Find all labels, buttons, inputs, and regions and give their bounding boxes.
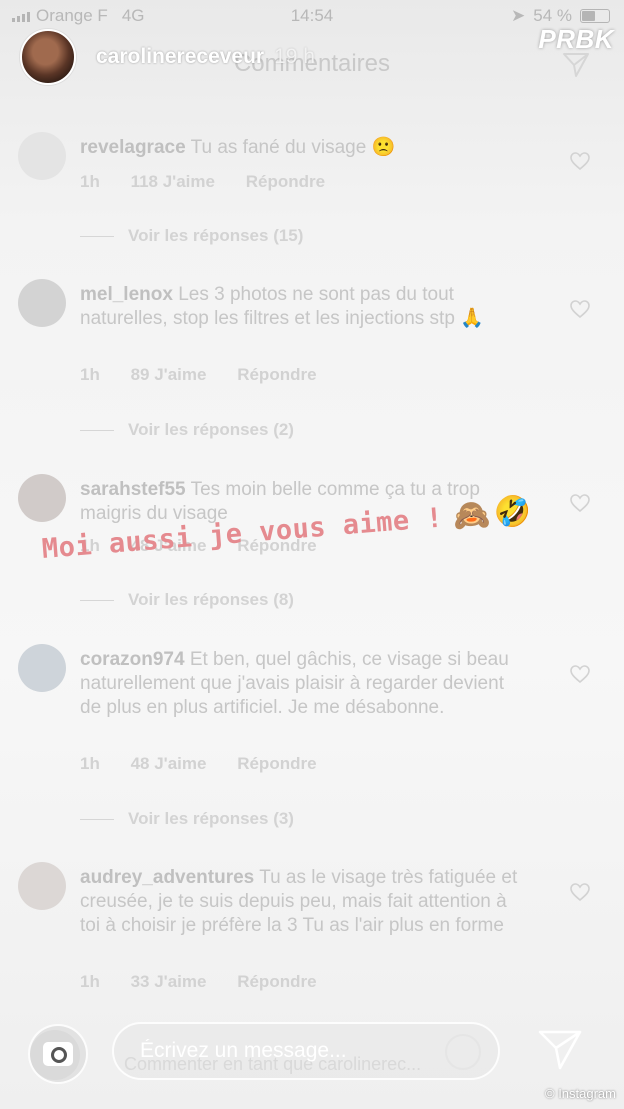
heart-outline-icon[interactable] (570, 300, 590, 318)
comment-meta: 1h 118 J'aime Répondre (80, 172, 351, 192)
replies-divider (80, 818, 114, 820)
comment-meta: 1h 48 J'aime Répondre (80, 754, 343, 774)
comment-likes[interactable]: 48 J'aime (131, 754, 207, 773)
heart-outline-icon[interactable] (570, 883, 590, 901)
comment-meta: 1h 33 J'aime Répondre (80, 972, 343, 992)
replies-divider (80, 235, 114, 237)
message-input[interactable] (138, 1038, 472, 1064)
watermark-logo: PRBK (538, 24, 614, 54)
comment-likes[interactable]: 118 J'aime (131, 172, 215, 191)
battery-group: ➤ 54 % (511, 6, 610, 26)
comment-meta: 1h 89 J'aime Répondre (80, 365, 343, 385)
story-avatar[interactable] (20, 29, 76, 85)
comment-body: revelagrace Tu as fané du visage 🙁 (80, 136, 530, 160)
comment-username[interactable]: corazon974 (80, 649, 185, 670)
comment-body: audrey_adventures Tu as le visage très f… (80, 866, 530, 938)
replies-divider (80, 429, 114, 431)
camera-button[interactable] (28, 1024, 88, 1084)
comment-avatar[interactable] (18, 279, 66, 327)
comment-time: 1h (80, 754, 100, 773)
battery-icon (580, 9, 610, 23)
comment-username[interactable]: sarahstef55 (80, 479, 186, 500)
reply-button[interactable]: Répondre (237, 365, 316, 384)
view-replies-label[interactable]: Voir les réponses (2) (128, 420, 294, 440)
view-replies-label[interactable]: Voir les réponses (8) (128, 590, 294, 610)
reply-button[interactable]: Répondre (237, 754, 316, 773)
view-replies-button[interactable]: Voir les réponses (8) (80, 590, 294, 610)
comment-username[interactable]: audrey_adventures (80, 867, 254, 888)
comment-body: corazon974 Et ben, quel gâchis, ce visag… (80, 648, 530, 720)
reply-button[interactable]: Répondre (237, 972, 316, 991)
view-replies-button[interactable]: Voir les réponses (15) (80, 226, 303, 246)
heart-outline-icon[interactable] (570, 665, 590, 683)
comment-time: 1h (80, 172, 100, 191)
comment-avatar[interactable] (18, 862, 66, 910)
battery-percent: 54 % (533, 6, 572, 25)
story-age: 19 h (274, 45, 315, 68)
paper-plane-icon[interactable] (536, 1028, 584, 1072)
view-replies-label[interactable]: Voir les réponses (3) (128, 809, 294, 829)
camera-icon (43, 1042, 73, 1066)
comment-likes[interactable]: 89 J'aime (131, 365, 207, 384)
comment-username[interactable]: revelagrace (80, 137, 186, 158)
comment-likes[interactable]: 33 J'aime (131, 972, 207, 991)
status-bar: Orange F 4G 14:54 ➤ 54 % (0, 4, 624, 28)
reply-button[interactable]: Répondre (246, 172, 325, 191)
view-replies-button[interactable]: Voir les réponses (2) (80, 420, 294, 440)
comment-body: mel_lenox Les 3 photos ne sont pas du to… (80, 283, 530, 331)
message-field[interactable] (112, 1022, 500, 1080)
comment-time: 1h (80, 365, 100, 384)
story-screen: Orange F 4G 14:54 ➤ 54 % Commentaires ca… (0, 0, 624, 1109)
comment-avatar[interactable] (18, 132, 66, 180)
heart-outline-icon[interactable] (570, 152, 590, 170)
view-replies-button[interactable]: Voir les réponses (3) (80, 809, 294, 829)
battery-level (582, 11, 595, 21)
comment-text: Tu as fané du visage 🙁 (190, 137, 396, 158)
story-username[interactable]: carolinereceveur (96, 45, 264, 69)
story-footer: Commenter en tant que carolinerec... © I… (0, 1008, 624, 1109)
rolling-laughing-emoji: 🤣 (492, 493, 533, 532)
paper-plane-icon[interactable] (562, 52, 590, 78)
location-arrow-icon: ➤ (511, 6, 526, 25)
comment-time: 1h (80, 972, 100, 991)
view-replies-label[interactable]: Voir les réponses (15) (128, 226, 303, 246)
heart-outline-icon[interactable] (570, 494, 590, 512)
replies-divider (80, 599, 114, 601)
comment-avatar[interactable] (18, 474, 66, 522)
see-no-evil-monkey-emoji: 🙈 (451, 496, 492, 535)
story-header[interactable]: carolinereceveur 19 h (20, 29, 315, 85)
comment-username[interactable]: mel_lenox (80, 284, 173, 305)
instagram-credit: © Instagram (545, 1086, 616, 1101)
comment-avatar[interactable] (18, 644, 66, 692)
